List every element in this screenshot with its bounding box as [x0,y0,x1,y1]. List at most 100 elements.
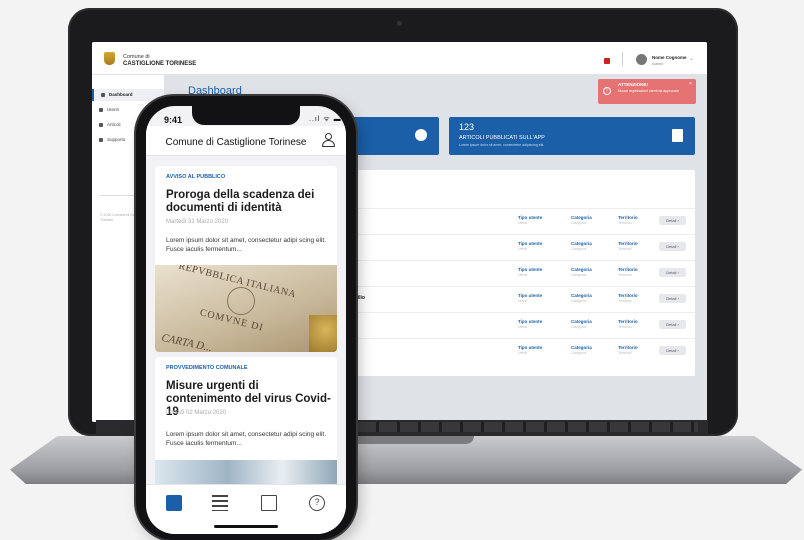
cell-heading: Categoria [571,215,592,220]
detail-button[interactable]: Detail › [659,268,686,277]
sidebar-item-label: Utenti [107,107,119,112]
cell-sub: Categoria [571,273,587,277]
table-cell: Tipo utente Utenti [518,345,542,355]
stat-label: ARTICOLI PUBBLICATI SULL'APP [459,135,545,141]
table-row: Tipo utente Utenti Categoria Categoria Terri… [337,208,695,234]
news-body: Lorem ipsum dolor sit amet, consectetur … [166,237,327,253]
table-cell: Categoria Categoria [571,241,592,251]
table-cell: Categoria Categoria [571,215,592,225]
news-icon[interactable] [166,495,182,511]
cell-heading: Tipo utente [518,319,543,324]
app-title: Comune di Castiglione Torinese [165,137,307,148]
news-tag: PROVVEDIMENTO COMUNALE [166,365,248,371]
cell-sub: Territorio [618,247,632,251]
table-cell: Territorio Territorio [618,267,638,277]
detail-button[interactable]: Detail › [659,216,686,225]
detail-button[interactable]: Detail › [659,346,686,355]
help-icon[interactable]: ? [309,495,325,511]
cell-heading: Territorio [618,293,638,298]
cell-sub: Categoria [571,221,587,225]
user-role: Admin [652,61,664,66]
cell-sub: Categoria [571,299,587,303]
table-cell: Categoria Categoria [571,293,592,303]
alert-icon: ! [603,87,611,95]
camera-icon [397,21,402,26]
dashboard-header: Comune di CASTIGLIONE TORINESE Nome Cogn… [92,42,707,75]
table-cell: Territorio Territorio [618,293,638,303]
news-headline: Proroga della scadenza dei documenti di … [166,189,315,214]
news-card[interactable]: AVVISO AL PUBBLICO Proroga della scadenz… [155,166,337,352]
table-cell: Territorio Territorio [618,319,638,329]
table-cell: Categoria Categoria [571,319,592,329]
toast-title: ATTENZIONE! [618,82,648,87]
table-panel: Tipo utente Utenti Categoria Categoria Terri… [337,170,695,376]
cell-sub: Categoria [571,325,587,329]
cell-sub: Territorio [618,273,632,277]
cell-sub: Territorio [618,221,632,225]
news-image: REPVBBLICA ITALIANA COMVNE DI CARTA D... [155,265,337,352]
cell-sub: Categoria [571,351,587,355]
alert-toast[interactable]: ! ATTENZIONE! Nuove registrazioni utenti… [598,79,696,104]
close-icon[interactable]: × [689,81,692,87]
cell-heading: Territorio [618,267,638,272]
news-image [155,460,337,487]
cell-sub: Utenti [518,221,528,225]
news-card[interactable]: PROVVEDIMENTO COMUNALE Misure urgenti di… [155,357,337,487]
cell-sub: Utenti [518,299,528,303]
cell-heading: Tipo utente [518,267,543,272]
device-mockup: Comune di CASTIGLIONE TORINESE Nome Cogn… [0,0,804,540]
folder-icon[interactable] [261,495,277,511]
user-name[interactable]: Nome Cognome [652,55,687,60]
cell-heading: Territorio [618,215,638,220]
cell-heading: Tipo utente [518,293,543,298]
org-line1: Comune di [123,54,150,60]
news-body: Lorem ipsum dolor sit amet, consectetur … [166,431,327,447]
table-cell: Territorio Territorio [618,241,638,251]
news-date: Lunedì 02 Marzo 2020 [166,410,227,416]
sidebar-item-dashboard[interactable]: Dashboard [92,89,164,101]
detail-button[interactable]: Detail › [659,320,686,329]
cell-heading: Tipo utente [518,241,543,246]
cell-sub: Utenti [518,325,528,329]
support-icon [99,138,103,142]
app-header: Comune di Castiglione Torinese [146,126,346,156]
table-row: l virusTipo utenteUtentiCategoriaCategor… [337,312,695,338]
user-icon[interactable] [321,132,336,148]
cell-heading: Territorio [618,345,638,350]
stat-card-users[interactable] [342,117,439,155]
chevron-down-icon[interactable]: ⌄ [689,55,694,62]
table-cell: Tipo utente Utenti [518,241,542,251]
stat-subtext: Lorem ipsum dolor sit amet, consectetur … [459,143,545,147]
articles-icon [99,123,103,127]
home-indicator [214,525,278,528]
detail-button[interactable]: Detail › [659,242,686,251]
org-line2: CASTIGLIONE TORINESE [123,61,197,67]
table-cell: Territorio Territorio [618,345,638,355]
cell-heading: Categoria [571,267,592,272]
sidebar-item-label: Dashboard [109,92,133,97]
table-cell: Categoria Categoria [571,345,592,355]
toast-message: Nuove registrazioni utenti da approvare [618,89,680,93]
cell-heading: Territorio [618,241,638,246]
table-row: Tipo utente Utenti Categoria Categoria Terri… [337,260,695,286]
document-icon [672,129,683,142]
cell-sub: Territorio [618,299,632,303]
cell-heading: Categoria [571,319,592,324]
news-date: Martedì 31 Marzo 2020 [166,219,229,225]
image-text: CARTA D... [160,331,214,352]
notification-icon[interactable] [604,58,610,64]
list-icon[interactable] [212,495,228,511]
phone-screen: 9:41 ..ıl ᯤ ▬ Comune di Castiglione Tori… [146,106,346,534]
table-cell: Tipo utente Utenti [518,319,542,329]
sidebar-item-label: Articoli [107,122,121,127]
cell-sub: Utenti [518,273,528,277]
cell-sub: Utenti [518,247,528,251]
status-time: 9:41 [164,115,183,125]
phone-notch [192,106,300,125]
stat-card-articles[interactable]: 123 ARTICOLI PUBBLICATI SULL'APP Lorem i… [449,117,695,155]
sidebar-item-label: Supporto [107,137,126,142]
avatar[interactable] [636,54,647,65]
stat-number: 123 [459,122,475,132]
detail-button[interactable]: Detail › [659,294,686,303]
news-tag: AVVISO AL PUBBLICO [166,174,226,180]
